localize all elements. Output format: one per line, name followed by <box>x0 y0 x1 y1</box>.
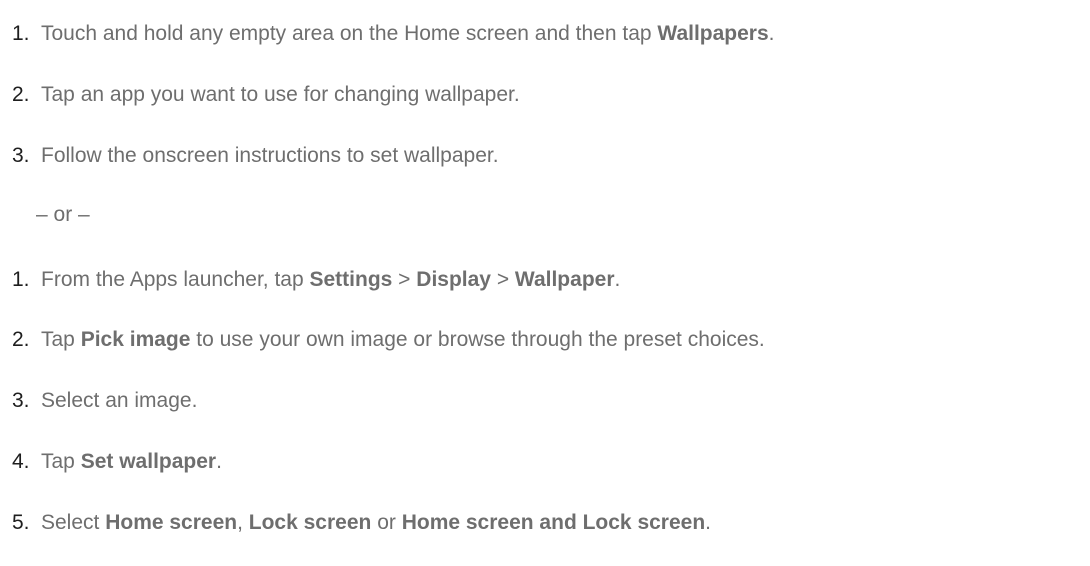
instructions-document: 1. Touch and hold any empty area on the H… <box>0 0 1090 566</box>
ui-term-home-screen: Home screen <box>105 511 238 534</box>
step-text: Tap <box>41 450 81 473</box>
step-number: 1. <box>12 22 30 45</box>
ui-term-display: Display <box>416 268 491 291</box>
step-text: . <box>614 268 621 291</box>
section2-step-4: 4. Tap Set wallpaper. <box>12 445 222 479</box>
ui-term-pick-image: Pick image <box>80 328 191 351</box>
step-text: . <box>216 450 222 473</box>
step-text: or <box>371 511 402 534</box>
section2-step-2: 2. Tap Pick image to use your own image o… <box>12 323 765 357</box>
step-text: , <box>237 511 249 534</box>
step-number: 2. <box>12 328 30 351</box>
step-text: Tap <box>41 328 81 351</box>
section1-step-1: 1. Touch and hold any empty area on the H… <box>12 17 775 51</box>
section2-step-5: 5. Select Home screen, Lock screen or Hom… <box>12 506 711 540</box>
step-text: . <box>705 511 712 534</box>
step-number: 5. <box>12 511 30 534</box>
step-number: 1. <box>12 268 30 291</box>
ui-term-set-wallpaper: Set wallpaper <box>80 450 217 473</box>
step-text: to use your own image or browse through … <box>190 328 765 351</box>
step-text: Touch and hold any empty area on the Hom… <box>41 22 658 45</box>
step-text: . <box>768 22 775 45</box>
step-text: Select <box>41 511 106 534</box>
section1-step-2: 2. Tap an app you want to use for changin… <box>12 78 520 112</box>
step-text: From the Apps launcher, tap <box>41 268 310 291</box>
step-text: > <box>490 268 515 291</box>
section2-step-3: 3. Select an image. <box>12 384 197 418</box>
step-number: 3. <box>12 389 30 412</box>
ui-term-wallpaper: Wallpaper <box>514 268 615 291</box>
step-text: Tap an app you want to use for changing … <box>41 83 520 106</box>
section2-step-1: 1. From the Apps launcher, tap Settings >… <box>12 263 620 297</box>
ui-term-settings: Settings <box>309 268 393 291</box>
ui-term-wallpapers: Wallpapers <box>657 22 769 45</box>
step-number: 3. <box>12 144 30 167</box>
step-text: Follow the onscreen instructions to set … <box>41 144 499 167</box>
step-text: > <box>392 268 417 291</box>
step-text: Select an image. <box>41 389 198 412</box>
or-separator: – or – <box>36 203 90 226</box>
step-number: 2. <box>12 83 30 106</box>
section1-step-3: 3. Follow the onscreen instructions to se… <box>12 139 499 173</box>
step-number: 4. <box>12 450 30 473</box>
ui-term-lock-screen: Lock screen <box>248 511 372 534</box>
ui-term-home-and-lock-screen: Home screen and Lock screen <box>401 511 706 534</box>
